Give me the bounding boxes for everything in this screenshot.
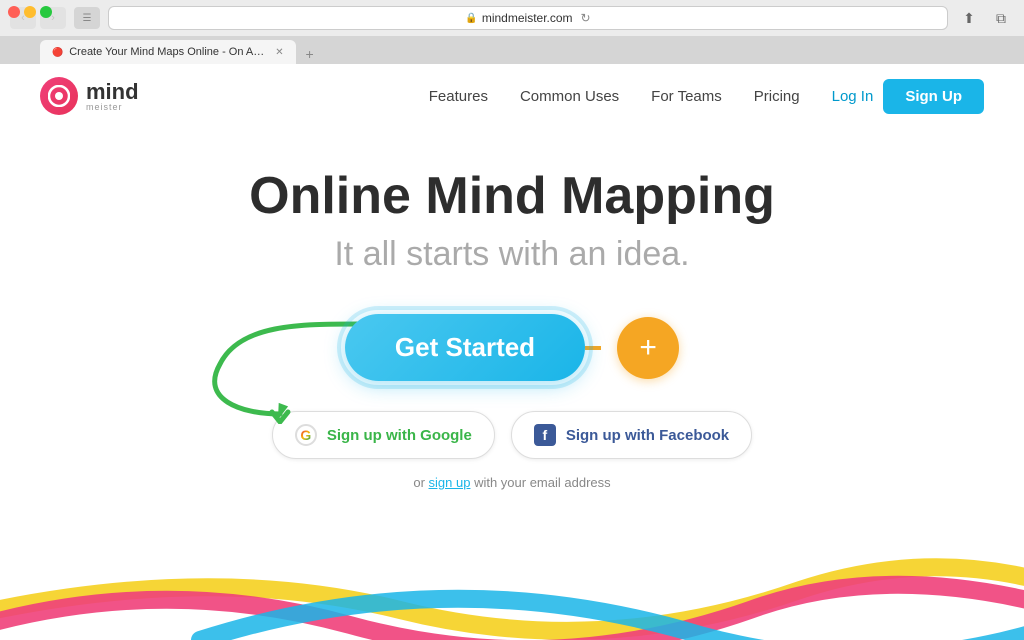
- logo[interactable]: mind meister: [40, 77, 139, 115]
- lock-icon: 🔒: [465, 13, 477, 24]
- nav-features[interactable]: Features: [429, 88, 488, 105]
- hero-section: Online Mind Mapping It all starts with a…: [0, 128, 1024, 490]
- tab-title: Create Your Mind Maps Online - On Any De…: [69, 46, 269, 58]
- new-tab-button[interactable]: +: [300, 44, 320, 64]
- browser-chrome: ‹ › ☰ 🔒 mindmeister.com ↻ ⬆ ⧉ 🔴 Create Y…: [0, 0, 1024, 64]
- email-note: or sign up with your email address: [0, 475, 1024, 490]
- google-icon: G: [295, 424, 317, 446]
- nav-links: Features Common Uses For Teams Pricing: [429, 88, 800, 105]
- email-note-prefix: or: [413, 475, 428, 490]
- tab-bar: 🔴 Create Your Mind Maps Online - On Any …: [0, 36, 1024, 64]
- nav-pricing[interactable]: Pricing: [754, 88, 800, 105]
- share-button[interactable]: ⬆: [956, 7, 982, 29]
- page-content: mind meister Features Common Uses For Te…: [0, 64, 1024, 640]
- cta-area: Get Started +: [0, 314, 1024, 381]
- logo-sub-text: meister: [86, 103, 139, 112]
- facebook-signup-label: Sign up with Facebook: [566, 427, 729, 444]
- connector-line: [585, 346, 601, 350]
- url-text: mindmeister.com: [482, 11, 573, 25]
- nav-actions: Log In Sign Up: [832, 79, 984, 114]
- signup-button[interactable]: Sign Up: [883, 79, 984, 114]
- address-bar[interactable]: 🔒 mindmeister.com ↻: [108, 6, 948, 30]
- facebook-signup-button[interactable]: f Sign up with Facebook: [511, 411, 752, 459]
- nav-common-uses[interactable]: Common Uses: [520, 88, 619, 105]
- logo-main-text: mind: [86, 81, 139, 103]
- browser-actions: ⬆ ⧉: [956, 7, 1014, 29]
- logo-icon: [40, 77, 78, 115]
- browser-toolbar: ‹ › ☰ 🔒 mindmeister.com ↻ ⬆ ⧉: [0, 0, 1024, 36]
- waves-decoration: [0, 480, 1024, 640]
- email-note-suffix: with your email address: [470, 475, 610, 490]
- tab-close-button[interactable]: ✕: [275, 47, 283, 58]
- google-signup-label: Sign up with Google: [327, 427, 472, 444]
- facebook-icon: f: [534, 424, 556, 446]
- duplicate-button[interactable]: ⧉: [988, 7, 1014, 29]
- hero-subtitle: It all starts with an idea.: [0, 235, 1024, 274]
- navbar: mind meister Features Common Uses For Te…: [0, 64, 1024, 128]
- tab-favicon: 🔴: [52, 47, 63, 58]
- active-tab[interactable]: 🔴 Create Your Mind Maps Online - On Any …: [40, 40, 296, 64]
- layout-button[interactable]: ☰: [74, 7, 100, 29]
- reload-icon: ↻: [581, 11, 591, 25]
- login-button[interactable]: Log In: [832, 88, 874, 105]
- logo-text: mind meister: [86, 81, 139, 112]
- nav-for-teams[interactable]: For Teams: [651, 88, 722, 105]
- email-signup-link[interactable]: sign up: [429, 475, 471, 490]
- get-started-button[interactable]: Get Started: [345, 314, 585, 381]
- signup-row: G Sign up with Google f Sign up with Fac…: [0, 411, 1024, 459]
- plus-circle: +: [617, 317, 679, 379]
- hero-title: Online Mind Mapping: [0, 168, 1024, 225]
